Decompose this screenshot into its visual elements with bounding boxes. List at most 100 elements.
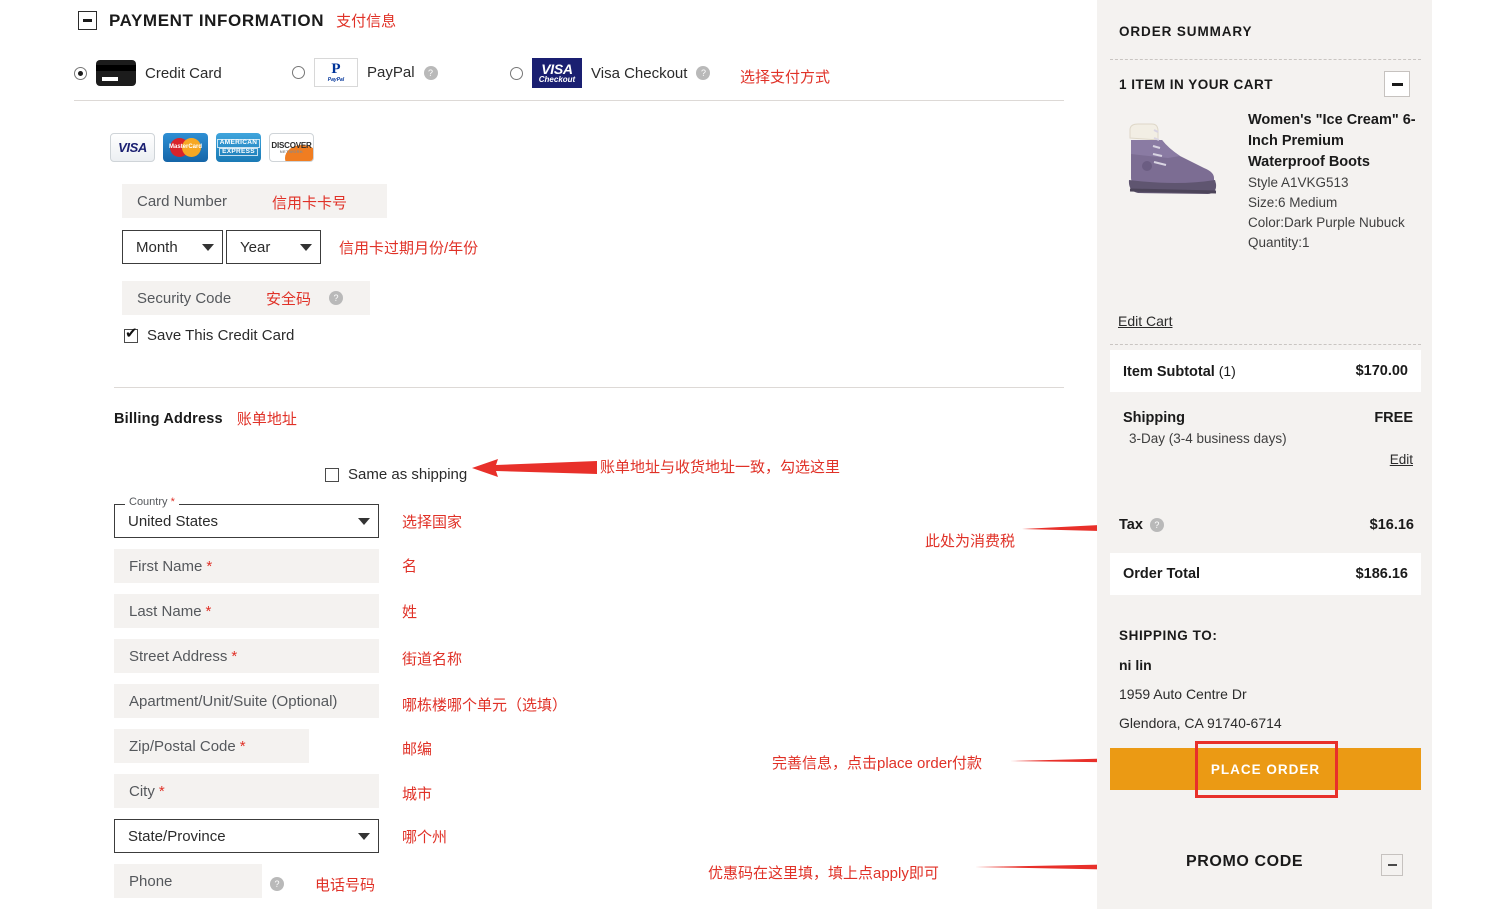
- street-address-input[interactable]: Street Address *: [114, 639, 379, 673]
- card-number-input[interactable]: Card Number: [122, 184, 387, 218]
- mastercard-brand-icon: MasterCard: [163, 133, 208, 162]
- visa-checkout-logo-icon: VISA Checkout: [532, 58, 582, 88]
- cart-item-count: 1 ITEM IN YOUR CART: [1119, 77, 1274, 92]
- credit-card-icon: [96, 60, 136, 86]
- security-code-placeholder: Security Code: [137, 289, 232, 307]
- city-input[interactable]: City *: [114, 774, 379, 808]
- item-subtotal-row: Item Subtotal (1) $170.00: [1110, 350, 1421, 392]
- phone-input[interactable]: Phone: [114, 864, 262, 898]
- shipping-edit-link[interactable]: Edit: [1390, 452, 1413, 467]
- country-value: United States: [128, 512, 219, 530]
- product-name: Women's "Ice Cream" 6-Inch Premium Water…: [1248, 112, 1416, 170]
- shipping-to-street: 1959 Auto Centre Dr: [1119, 686, 1247, 702]
- promo-code-annotation: 优惠码在这里填，填上点apply即可: [708, 865, 939, 882]
- last-name-input[interactable]: Last Name *: [114, 594, 379, 628]
- state-province-value: State/Province: [128, 827, 226, 845]
- tax-label: Tax: [1119, 517, 1143, 533]
- discover-brand-icon: DISCOVER NETWORK: [269, 133, 314, 162]
- payment-option-paypal[interactable]: P PayPal PayPal ?: [292, 58, 438, 87]
- zip-code-annotation: 邮编: [402, 741, 433, 758]
- payment-methods-annotation: 选择支付方式: [740, 69, 831, 86]
- shipping-label: Shipping: [1123, 410, 1186, 426]
- payment-option-label: Visa Checkout: [591, 64, 688, 82]
- order-total-value: $186.16: [1355, 566, 1408, 582]
- first-name-placeholder: First Name: [129, 557, 203, 575]
- expiry-year-select[interactable]: Year: [226, 230, 321, 264]
- item-subtotal-value: $170.00: [1355, 363, 1408, 379]
- country-select[interactable]: United States: [114, 504, 379, 538]
- boot-image-icon: [1118, 108, 1230, 212]
- payment-option-label: PayPal: [367, 64, 415, 81]
- payment-option-visa-checkout[interactable]: VISA Checkout Visa Checkout ?: [510, 58, 711, 88]
- same-as-shipping-annotation: 账单地址与收货地址一致，勾选这里: [600, 459, 841, 476]
- place-order-annotation: 完善信息，点击place order付款: [772, 755, 983, 772]
- payment-section-collapse-toggle[interactable]: [78, 11, 97, 30]
- apartment-annotation: 哪栋楼哪个单元（选填）: [402, 697, 568, 714]
- last-name-annotation: 姓: [402, 604, 418, 621]
- paypal-help-icon[interactable]: ?: [423, 65, 438, 80]
- paypal-logo-icon: P PayPal: [314, 58, 358, 87]
- same-as-shipping-toggle[interactable]: Same as shipping: [325, 466, 467, 483]
- payment-option-credit-card[interactable]: Credit Card: [74, 60, 222, 86]
- shipping-to-label: SHIPPING TO:: [1119, 628, 1218, 643]
- accepted-card-brands: VISA MasterCard AMERICAN EXPRESS DISCOVER…: [110, 133, 314, 162]
- zip-code-input[interactable]: Zip/Postal Code *: [114, 729, 309, 763]
- divider-payment: [74, 100, 1064, 101]
- first-name-input[interactable]: First Name *: [114, 549, 379, 583]
- last-name-placeholder: Last Name: [129, 602, 202, 620]
- product-details: Women's "Ice Cream" 6-Inch Premium Water…: [1248, 110, 1416, 253]
- item-subtotal-label: Item Subtotal (1): [1123, 362, 1236, 380]
- state-annotation: 哪个州: [402, 829, 448, 846]
- shipping-to-block: SHIPPING TO: ni lin 1959 Auto Centre Dr …: [1119, 628, 1414, 731]
- save-credit-card-label: Save This Credit Card: [147, 327, 295, 344]
- checkbox-same-as-shipping[interactable]: [325, 467, 339, 482]
- security-code-help-icon[interactable]: ?: [329, 291, 343, 305]
- checkbox-save-card[interactable]: [124, 326, 138, 343]
- shipping-to-name: ni lin: [1119, 657, 1152, 673]
- chevron-down-icon: [358, 832, 370, 840]
- zip-code-placeholder: Zip/Postal Code: [129, 737, 236, 755]
- expiry-month-select[interactable]: Month: [122, 230, 223, 264]
- tax-help-icon[interactable]: ?: [1149, 518, 1164, 532]
- cart-section-collapse-toggle[interactable]: [1384, 71, 1410, 97]
- payment-method-options: Credit Card P PayPal PayPal ? VISA Checkou…: [74, 58, 1064, 98]
- same-as-shipping-label: Same as shipping: [348, 466, 468, 483]
- page-title: PAYMENT INFORMATION: [109, 10, 325, 30]
- radio-credit-card[interactable]: [74, 66, 87, 80]
- billing-address-title: Billing Address: [114, 410, 223, 427]
- shipping-value: FREE: [1374, 410, 1413, 426]
- radio-paypal[interactable]: [292, 66, 305, 79]
- product-quantity: Quantity:1: [1248, 235, 1310, 250]
- card-number-annotation: 信用卡卡号: [272, 195, 348, 212]
- state-province-select[interactable]: State/Province: [114, 819, 379, 853]
- expiry-annotation: 信用卡过期月份/年份: [339, 240, 479, 257]
- arrow-to-same-as-shipping: [472, 459, 597, 477]
- save-credit-card-toggle[interactable]: Save This Credit Card: [124, 326, 295, 344]
- place-order-button[interactable]: PLACE ORDER: [1110, 748, 1421, 790]
- chevron-down-icon: [300, 243, 312, 251]
- billing-address-annotation: 账单地址: [236, 411, 297, 428]
- phone-help-icon[interactable]: ?: [270, 877, 284, 891]
- country-select-wrapper: Country * United States: [114, 496, 379, 538]
- country-annotation: 选择国家: [402, 514, 463, 531]
- expiry-month-value: Month: [136, 238, 178, 256]
- payment-option-label: Credit Card: [145, 64, 222, 82]
- visa-checkout-help-icon[interactable]: ?: [696, 66, 711, 80]
- order-total-label: Order Total: [1123, 566, 1201, 582]
- edit-cart-link[interactable]: Edit Cart: [1118, 313, 1172, 329]
- promo-code-collapse-toggle[interactable]: [1381, 854, 1403, 876]
- radio-visa-checkout[interactable]: [510, 66, 523, 80]
- billing-address-header: Billing Address 账单地址: [114, 408, 297, 429]
- summary-divider-middle: [1110, 344, 1421, 345]
- visa-brand-icon: VISA: [110, 133, 155, 162]
- chevron-down-icon: [202, 243, 214, 251]
- summary-divider-top: [1110, 59, 1421, 60]
- city-placeholder: City: [129, 782, 155, 800]
- tax-value: $16.16: [1369, 517, 1414, 533]
- apartment-input[interactable]: Apartment/Unit/Suite (Optional): [114, 684, 379, 718]
- shipping-row: Shipping FREE 3-Day (3-4 business days) …: [1123, 410, 1413, 469]
- tax-annotation: 此处为消费税: [925, 533, 1016, 550]
- chevron-down-icon: [358, 517, 370, 525]
- product-size: Size:6 Medium: [1248, 195, 1338, 210]
- amex-brand-icon: AMERICAN EXPRESS: [216, 133, 261, 162]
